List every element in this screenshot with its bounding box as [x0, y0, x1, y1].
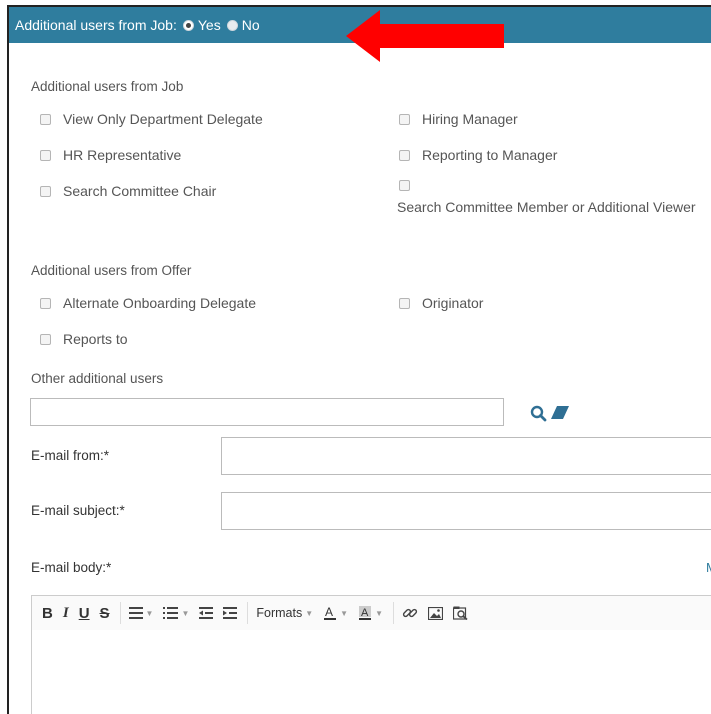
checkbox-alternate-onboarding-delegate[interactable]: Alternate Onboarding Delegate — [40, 295, 256, 311]
header-label: Additional users from Job: — [15, 17, 177, 33]
outdent-icon — [199, 607, 214, 619]
checkbox-label: Reports to — [63, 331, 128, 347]
checkbox-label: View Only Department Delegate — [63, 111, 263, 127]
other-users-input[interactable] — [30, 398, 504, 426]
checkbox-reports-to[interactable]: Reports to — [40, 331, 128, 347]
checkbox-reporting-to-manager[interactable]: Reporting to Manager — [399, 147, 557, 163]
preview-icon — [453, 606, 468, 620]
chevron-down-icon: ▼ — [340, 608, 349, 618]
background-color-dropdown[interactable]: A ▼ — [358, 605, 383, 621]
checkbox-search-committee-chair[interactable]: Search Committee Chair — [40, 183, 216, 199]
bold-button[interactable]: B — [42, 605, 53, 622]
email-body-label: E-mail body:* — [31, 560, 112, 575]
checkbox-box[interactable] — [399, 180, 410, 191]
checkbox-box[interactable] — [40, 298, 51, 309]
job-section-title: Additional users from Job — [31, 79, 184, 94]
checkbox-label: Alternate Onboarding Delegate — [63, 295, 257, 311]
radio-no-label: No — [241, 17, 260, 33]
radio-no-circle[interactable] — [226, 19, 238, 31]
checkbox-originator[interactable]: Originator — [399, 295, 483, 311]
toolbar-separator — [247, 602, 249, 624]
bullet-list-dropdown[interactable]: ▼ — [163, 607, 189, 619]
checkbox-box[interactable] — [399, 114, 410, 125]
editor-toolbar: B I U S ▼ ▼ Formats ▼ A ▼ A ▼ — [31, 595, 711, 631]
chevron-down-icon: ▼ — [305, 608, 314, 618]
strikethrough-button[interactable]: S — [100, 605, 110, 622]
checkbox-label: Originator — [422, 295, 484, 311]
other-users-label: Other additional users — [31, 371, 164, 386]
checkbox-label: Search Committee Chair — [63, 183, 217, 199]
chevron-down-icon: ▼ — [375, 608, 383, 618]
checkbox-label: HR Representative — [63, 147, 182, 163]
formats-dropdown[interactable]: Formats ▼ — [256, 606, 313, 620]
image-button[interactable] — [428, 606, 443, 620]
email-from-input[interactable] — [221, 437, 711, 475]
radio-yes-circle[interactable] — [182, 19, 194, 31]
checkbox-label: Reporting to Manager — [422, 147, 558, 163]
indent-button[interactable] — [223, 607, 238, 619]
checkbox-hr-representative[interactable]: HR Representative — [40, 147, 181, 163]
preview-button[interactable] — [453, 606, 469, 620]
link-icon — [402, 608, 418, 618]
checkbox-box[interactable] — [40, 186, 51, 197]
svg-text:A: A — [361, 607, 369, 619]
radio-yes-label: Yes — [197, 17, 221, 33]
chevron-down-icon: ▼ — [181, 608, 190, 618]
radio-no[interactable]: No — [226, 17, 260, 33]
chevron-down-icon: ▼ — [145, 608, 154, 618]
search-icon[interactable] — [530, 405, 550, 423]
notification-form: Additional users from Job: Yes No Additi… — [7, 5, 711, 714]
offer-section-title: Additional users from Offer — [31, 263, 192, 278]
underline-button[interactable]: U — [79, 605, 90, 622]
svg-text:A: A — [325, 605, 333, 619]
email-from-label: E-mail from:* — [31, 448, 110, 463]
email-subject-label: E-mail subject:* — [31, 503, 125, 518]
checkbox-label: Search Committee Member or Additional Vi… — [397, 199, 696, 215]
text-color-icon: A — [324, 605, 337, 620]
image-icon — [428, 606, 443, 620]
text-color-dropdown[interactable]: A ▼ — [323, 605, 348, 621]
background-color-icon: A — [359, 606, 372, 620]
email-subject-input[interactable] — [221, 492, 711, 530]
align-dropdown[interactable]: ▼ — [128, 607, 154, 619]
annotation-arrow-icon — [346, 10, 504, 62]
checkbox-box[interactable] — [40, 334, 51, 345]
indent-icon — [223, 607, 238, 619]
bullet-list-icon — [163, 607, 179, 619]
link-button[interactable] — [402, 605, 418, 621]
outdent-button[interactable] — [199, 607, 214, 619]
checkbox-hiring-manager[interactable]: Hiring Manager — [399, 111, 518, 127]
checkbox-box[interactable] — [399, 298, 410, 309]
checkbox-label: Hiring Manager — [422, 111, 518, 127]
checkbox-box[interactable] — [40, 150, 51, 161]
email-body-editor[interactable] — [31, 630, 711, 714]
align-icon — [128, 607, 143, 619]
radio-yes[interactable]: Yes — [182, 17, 221, 33]
checkbox-box[interactable] — [399, 150, 410, 161]
toolbar-separator — [119, 602, 121, 624]
checkbox-search-committee-member[interactable]: Search Committee Member or Additional Vi… — [397, 175, 707, 219]
eraser-icon[interactable] — [551, 406, 571, 420]
toolbar-separator — [393, 602, 394, 624]
more-link[interactable]: M — [706, 560, 711, 575]
formats-label: Formats — [256, 606, 303, 620]
italic-button[interactable]: I — [63, 605, 69, 622]
checkbox-box[interactable] — [40, 114, 51, 125]
checkbox-view-only-department-delegate[interactable]: View Only Department Delegate — [40, 111, 263, 127]
